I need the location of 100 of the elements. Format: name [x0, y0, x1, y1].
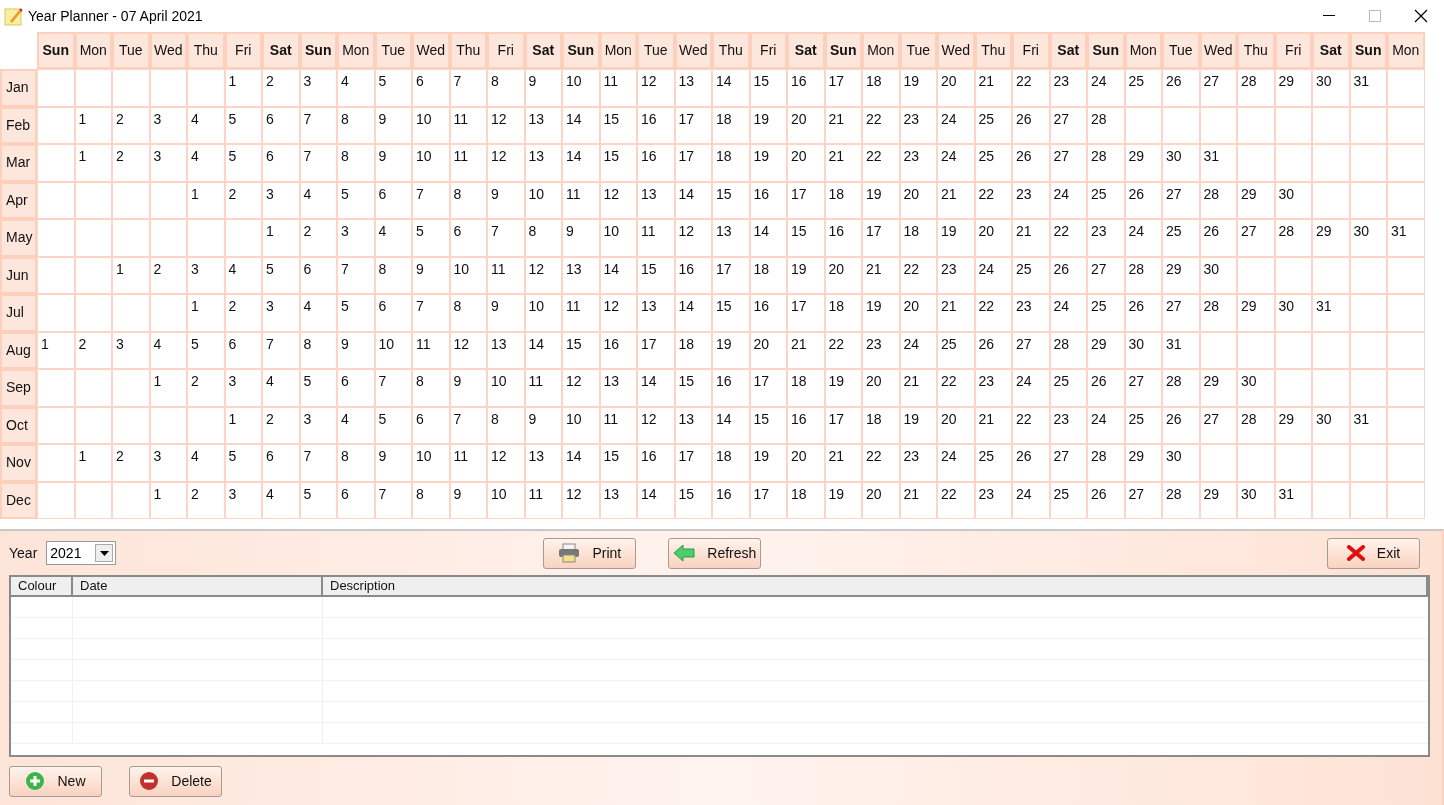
- day-cell[interactable]: 30: [1274, 181, 1312, 219]
- day-cell[interactable]: 28: [1087, 106, 1125, 144]
- day-cell[interactable]: 8: [524, 219, 562, 257]
- day-cell[interactable]: 9: [524, 69, 562, 107]
- day-cell[interactable]: 9: [412, 256, 450, 294]
- day-cell[interactable]: 27: [1049, 144, 1087, 182]
- day-cell[interactable]: 2: [224, 181, 262, 219]
- day-cell[interactable]: 2: [187, 481, 225, 519]
- day-cell[interactable]: 3: [299, 69, 337, 107]
- day-cell[interactable]: 29: [1274, 406, 1312, 444]
- day-cell[interactable]: 12: [599, 181, 637, 219]
- day-cell[interactable]: 18: [862, 69, 900, 107]
- day-cell[interactable]: 28: [1274, 219, 1312, 257]
- day-cell[interactable]: 16: [599, 331, 637, 369]
- day-cell[interactable]: 31: [1162, 331, 1200, 369]
- day-cell[interactable]: 7: [412, 294, 450, 332]
- day-cell[interactable]: 13: [637, 294, 675, 332]
- day-cell[interactable]: 9: [562, 219, 600, 257]
- day-cell[interactable]: 30: [1162, 144, 1200, 182]
- day-cell[interactable]: 7: [299, 444, 337, 482]
- day-cell[interactable]: 3: [149, 106, 187, 144]
- day-cell[interactable]: 7: [299, 144, 337, 182]
- day-cell[interactable]: 3: [187, 256, 225, 294]
- day-cell[interactable]: 2: [112, 144, 150, 182]
- day-cell[interactable]: 13: [562, 256, 600, 294]
- day-cell[interactable]: 23: [937, 256, 975, 294]
- day-cell[interactable]: 1: [74, 444, 112, 482]
- day-cell[interactable]: 6: [412, 69, 450, 107]
- day-cell[interactable]: 28: [1049, 331, 1087, 369]
- day-cell[interactable]: 7: [412, 181, 450, 219]
- day-cell[interactable]: 15: [712, 294, 750, 332]
- day-cell[interactable]: 22: [899, 256, 937, 294]
- day-cell[interactable]: 3: [149, 444, 187, 482]
- day-cell[interactable]: 3: [224, 481, 262, 519]
- day-cell[interactable]: 2: [224, 294, 262, 332]
- day-cell[interactable]: 25: [937, 331, 975, 369]
- day-cell[interactable]: 12: [487, 144, 525, 182]
- day-cell[interactable]: 7: [374, 481, 412, 519]
- day-cell[interactable]: 9: [487, 181, 525, 219]
- day-cell[interactable]: 15: [637, 256, 675, 294]
- day-cell[interactable]: 24: [1087, 69, 1125, 107]
- day-cell[interactable]: 22: [862, 106, 900, 144]
- day-cell[interactable]: 16: [637, 144, 675, 182]
- day-cell[interactable]: 7: [299, 106, 337, 144]
- day-cell[interactable]: 26: [1087, 369, 1125, 407]
- day-cell[interactable]: 16: [674, 256, 712, 294]
- day-cell[interactable]: 23: [974, 481, 1012, 519]
- day-cell[interactable]: 5: [337, 181, 375, 219]
- day-cell[interactable]: 6: [224, 331, 262, 369]
- day-cell[interactable]: 14: [637, 369, 675, 407]
- column-header[interactable]: Description: [323, 577, 1428, 595]
- day-cell[interactable]: 17: [674, 144, 712, 182]
- day-cell[interactable]: 19: [937, 219, 975, 257]
- day-cell[interactable]: 10: [562, 69, 600, 107]
- day-cell[interactable]: 11: [599, 406, 637, 444]
- day-cell[interactable]: 27: [1162, 294, 1200, 332]
- day-cell[interactable]: 24: [1012, 481, 1050, 519]
- day-cell[interactable]: 9: [449, 369, 487, 407]
- day-cell[interactable]: 27: [1124, 481, 1162, 519]
- day-cell[interactable]: 23: [1049, 406, 1087, 444]
- day-cell[interactable]: 6: [337, 369, 375, 407]
- day-cell[interactable]: 20: [787, 444, 825, 482]
- day-cell[interactable]: 6: [262, 444, 300, 482]
- day-cell[interactable]: 6: [262, 144, 300, 182]
- day-cell[interactable]: 9: [337, 331, 375, 369]
- day-cell[interactable]: 4: [224, 256, 262, 294]
- day-cell[interactable]: 9: [487, 294, 525, 332]
- day-cell[interactable]: 28: [1124, 256, 1162, 294]
- day-cell[interactable]: 11: [449, 144, 487, 182]
- day-cell[interactable]: 9: [374, 144, 412, 182]
- day-cell[interactable]: 14: [562, 144, 600, 182]
- day-cell[interactable]: 27: [1049, 444, 1087, 482]
- day-cell[interactable]: 12: [637, 406, 675, 444]
- day-cell[interactable]: 30: [1312, 69, 1350, 107]
- day-cell[interactable]: 23: [1012, 181, 1050, 219]
- day-cell[interactable]: 17: [787, 294, 825, 332]
- day-cell[interactable]: 25: [1087, 181, 1125, 219]
- day-cell[interactable]: 8: [299, 331, 337, 369]
- day-cell[interactable]: 29: [1199, 481, 1237, 519]
- day-cell[interactable]: 14: [524, 331, 562, 369]
- day-cell[interactable]: 12: [637, 69, 675, 107]
- day-cell[interactable]: 17: [674, 444, 712, 482]
- day-cell[interactable]: 4: [262, 481, 300, 519]
- day-cell[interactable]: 8: [412, 481, 450, 519]
- day-cell[interactable]: 27: [1049, 106, 1087, 144]
- day-cell[interactable]: 26: [1162, 69, 1200, 107]
- day-cell[interactable]: 2: [112, 444, 150, 482]
- day-cell[interactable]: 19: [862, 294, 900, 332]
- day-cell[interactable]: 18: [824, 181, 862, 219]
- day-cell[interactable]: 31: [1349, 69, 1387, 107]
- day-cell[interactable]: 19: [824, 481, 862, 519]
- day-cell[interactable]: 18: [712, 144, 750, 182]
- day-cell[interactable]: 27: [1199, 406, 1237, 444]
- day-cell[interactable]: 20: [824, 256, 862, 294]
- day-cell[interactable]: 16: [749, 294, 787, 332]
- day-cell[interactable]: 14: [599, 256, 637, 294]
- day-cell[interactable]: 16: [749, 181, 787, 219]
- day-cell[interactable]: 29: [1274, 69, 1312, 107]
- day-cell[interactable]: 22: [974, 181, 1012, 219]
- day-cell[interactable]: 9: [374, 106, 412, 144]
